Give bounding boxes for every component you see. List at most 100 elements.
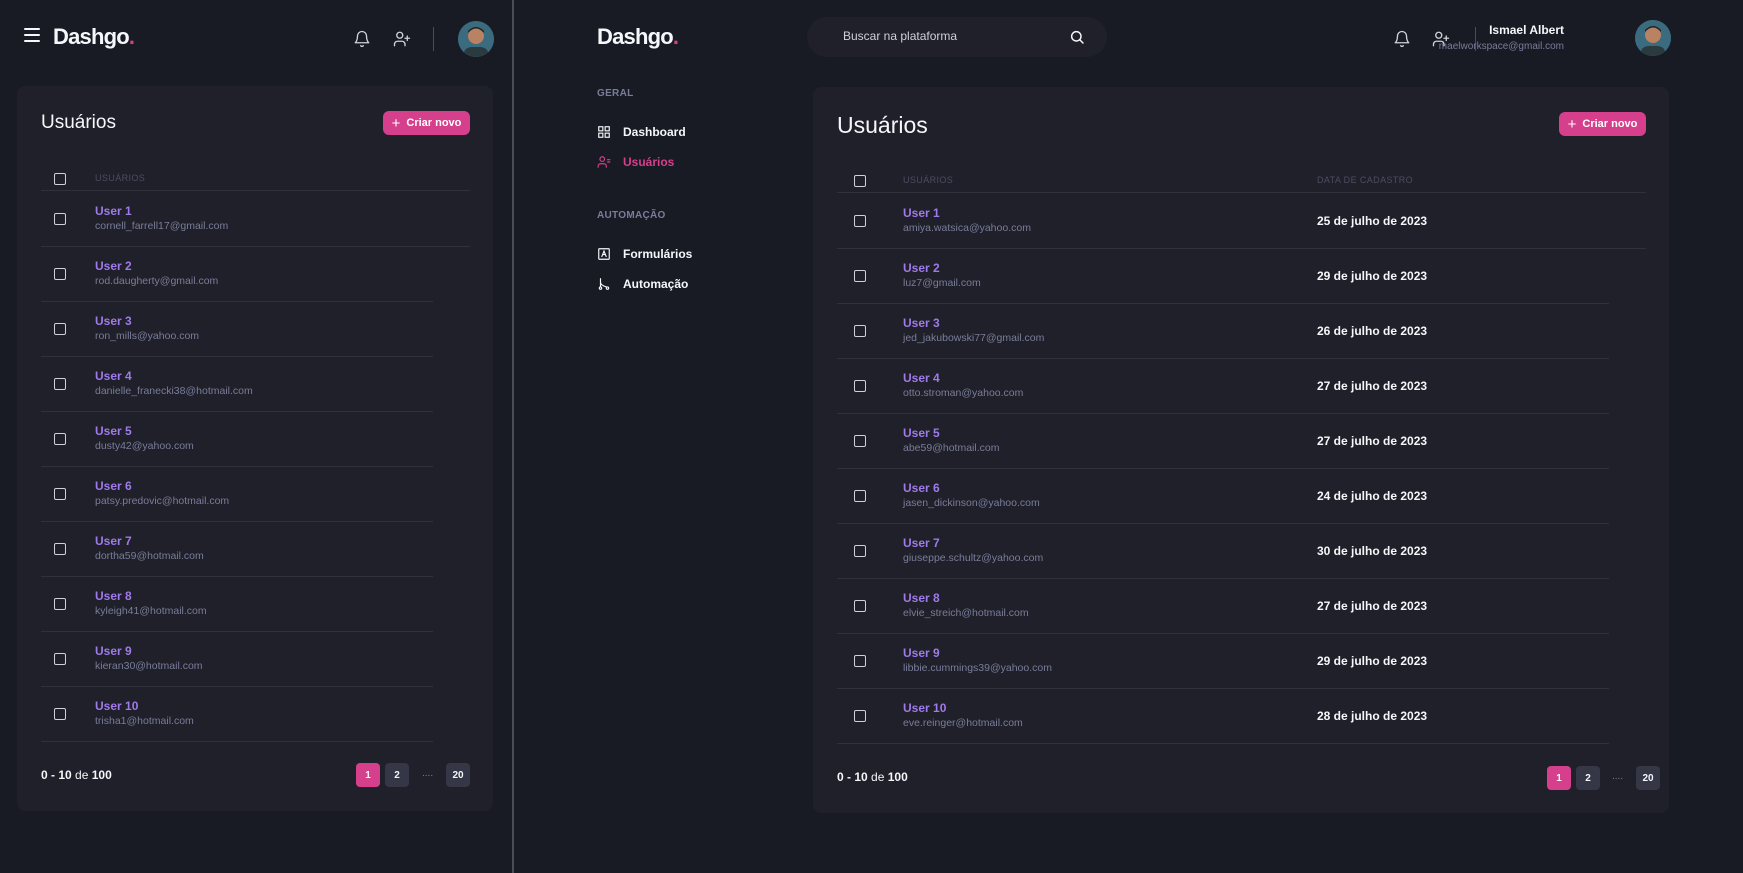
user-email: kieran30@hotmail.com bbox=[95, 660, 203, 672]
user-name[interactable]: User 2 bbox=[903, 261, 940, 275]
pagination-info: 0 - 10 de 100 bbox=[837, 770, 908, 784]
add-user-icon[interactable] bbox=[393, 30, 411, 48]
row-checkbox[interactable] bbox=[854, 600, 866, 612]
page-button-1[interactable]: 1 bbox=[1547, 766, 1571, 790]
create-user-button[interactable]: + Criar novo bbox=[1559, 112, 1646, 136]
user-name[interactable]: User 6 bbox=[95, 479, 132, 493]
table-row: User 10 eve.reinger@hotmail.com 28 de julh… bbox=[837, 689, 1609, 744]
table-row: User 4 otto.stroman@yahoo.com 27 de julho … bbox=[837, 359, 1609, 414]
user-name[interactable]: User 2 bbox=[95, 259, 132, 273]
row-checkbox[interactable] bbox=[854, 325, 866, 337]
user-email: amiya.watsica@yahoo.com bbox=[903, 222, 1031, 234]
sidebar-item-automacao[interactable]: Automação bbox=[597, 277, 688, 291]
user-name[interactable]: User 8 bbox=[903, 591, 940, 605]
table-row: User 3 ron_mills@yahoo.com bbox=[41, 302, 433, 357]
user-email: otto.stroman@yahoo.com bbox=[903, 387, 1024, 399]
user-email: dusty42@yahoo.com bbox=[95, 440, 194, 452]
row-checkbox[interactable] bbox=[54, 378, 66, 390]
table-row: User 6 jasen_dickinson@yahoo.com 24 de jul… bbox=[837, 469, 1609, 524]
sidebar-section-automacao: AUTOMAÇÃO bbox=[597, 210, 666, 221]
row-checkbox[interactable] bbox=[54, 653, 66, 665]
table-row: User 2 rod.daugherty@gmail.com bbox=[41, 247, 433, 302]
table-row: User 8 kyleigh41@hotmail.com bbox=[41, 577, 433, 632]
logo: Dashgo. bbox=[53, 24, 135, 49]
column-users: USUÁRIOS bbox=[95, 173, 146, 183]
sidebar-item-formularios[interactable]: Formulários bbox=[597, 247, 692, 261]
user-date: 25 de julho de 2023 bbox=[1317, 214, 1428, 228]
row-checkbox[interactable] bbox=[854, 490, 866, 502]
bell-icon[interactable] bbox=[1393, 30, 1411, 48]
user-email: cornell_farrell17@gmail.com bbox=[95, 220, 229, 232]
user-name[interactable]: User 10 bbox=[903, 701, 946, 715]
user-email: trisha1@hotmail.com bbox=[95, 715, 194, 727]
row-checkbox[interactable] bbox=[854, 270, 866, 282]
user-email: patsy.predovic@hotmail.com bbox=[95, 495, 230, 507]
user-name[interactable]: User 7 bbox=[903, 536, 940, 550]
table-row: User 6 patsy.predovic@hotmail.com bbox=[41, 467, 433, 522]
user-name[interactable]: User 3 bbox=[903, 316, 940, 330]
table-row: User 2 luz7@gmail.com 29 de julho de 2023 bbox=[837, 249, 1609, 304]
page-button-2[interactable]: 2 bbox=[1576, 766, 1600, 790]
user-name[interactable]: User 4 bbox=[95, 369, 132, 383]
page-button-last[interactable]: 20 bbox=[446, 763, 470, 787]
select-all-checkbox[interactable] bbox=[854, 175, 866, 187]
sidebar-section-geral: GERAL bbox=[597, 88, 634, 99]
row-checkbox[interactable] bbox=[854, 655, 866, 667]
search-input[interactable] bbox=[843, 29, 1073, 43]
user-name[interactable]: User 3 bbox=[95, 314, 132, 328]
search-icon[interactable] bbox=[1069, 29, 1085, 45]
row-checkbox[interactable] bbox=[54, 213, 66, 225]
row-checkbox[interactable] bbox=[854, 710, 866, 722]
page-title: Usuários bbox=[41, 112, 116, 133]
row-checkbox[interactable] bbox=[54, 488, 66, 500]
avatar[interactable] bbox=[1635, 20, 1671, 56]
user-date: 24 de julho de 2023 bbox=[1317, 489, 1428, 503]
user-name[interactable]: User 5 bbox=[903, 426, 940, 440]
pagination-info: 0 - 10 de 100 bbox=[41, 768, 112, 782]
select-all-checkbox[interactable] bbox=[54, 173, 66, 185]
row-checkbox[interactable] bbox=[854, 215, 866, 227]
user-name[interactable]: User 1 bbox=[903, 206, 940, 220]
automation-icon bbox=[598, 278, 610, 290]
user-name[interactable]: User 5 bbox=[95, 424, 132, 438]
avatar[interactable] bbox=[458, 21, 494, 57]
row-checkbox[interactable] bbox=[54, 433, 66, 445]
profile-name: Ismael Albert bbox=[1489, 23, 1564, 37]
table-row: User 7 dortha59@hotmail.com bbox=[41, 522, 433, 577]
form-icon bbox=[598, 248, 610, 260]
page-button-2[interactable]: 2 bbox=[385, 763, 409, 787]
users-icon bbox=[597, 156, 611, 168]
mobile-view: Dashgo. Usuários + Criar novo USUÁRIOS Us… bbox=[0, 0, 512, 873]
row-checkbox[interactable] bbox=[854, 435, 866, 447]
plus-icon: + bbox=[1567, 115, 1577, 133]
row-checkbox[interactable] bbox=[54, 323, 66, 335]
row-checkbox[interactable] bbox=[854, 380, 866, 392]
user-name[interactable]: User 4 bbox=[903, 371, 940, 385]
row-checkbox[interactable] bbox=[54, 598, 66, 610]
row-checkbox[interactable] bbox=[54, 708, 66, 720]
menu-icon[interactable] bbox=[24, 28, 40, 42]
table-row: User 5 abe59@hotmail.com 27 de julho de 20… bbox=[837, 414, 1609, 469]
table-row: User 1 amiya.watsica@yahoo.com 25 de julho… bbox=[837, 194, 1646, 249]
create-user-button[interactable]: + Criar novo bbox=[383, 111, 470, 135]
bell-icon[interactable] bbox=[353, 30, 371, 48]
user-name[interactable]: User 8 bbox=[95, 589, 132, 603]
user-name[interactable]: User 6 bbox=[903, 481, 940, 495]
user-name[interactable]: User 7 bbox=[95, 534, 132, 548]
user-email: luz7@gmail.com bbox=[903, 277, 981, 289]
user-email: dortha59@hotmail.com bbox=[95, 550, 204, 562]
table-header: USUÁRIOS bbox=[41, 158, 470, 191]
sidebar-item-usuarios[interactable]: Usuários bbox=[597, 155, 674, 169]
table-row: User 3 jed_jakubowski77@gmail.com 26 de ju… bbox=[837, 304, 1609, 359]
page-button-last[interactable]: 20 bbox=[1636, 766, 1660, 790]
page-button-1[interactable]: 1 bbox=[356, 763, 380, 787]
row-checkbox[interactable] bbox=[54, 543, 66, 555]
sidebar-item-dashboard[interactable]: Dashboard bbox=[597, 125, 686, 139]
user-name[interactable]: User 9 bbox=[903, 646, 940, 660]
row-checkbox[interactable] bbox=[54, 268, 66, 280]
row-checkbox[interactable] bbox=[854, 545, 866, 557]
table-row: User 7 giuseppe.schultz@yahoo.com 30 de ju… bbox=[837, 524, 1609, 579]
user-name[interactable]: User 1 bbox=[95, 204, 132, 218]
user-name[interactable]: User 9 bbox=[95, 644, 132, 658]
user-name[interactable]: User 10 bbox=[95, 699, 138, 713]
